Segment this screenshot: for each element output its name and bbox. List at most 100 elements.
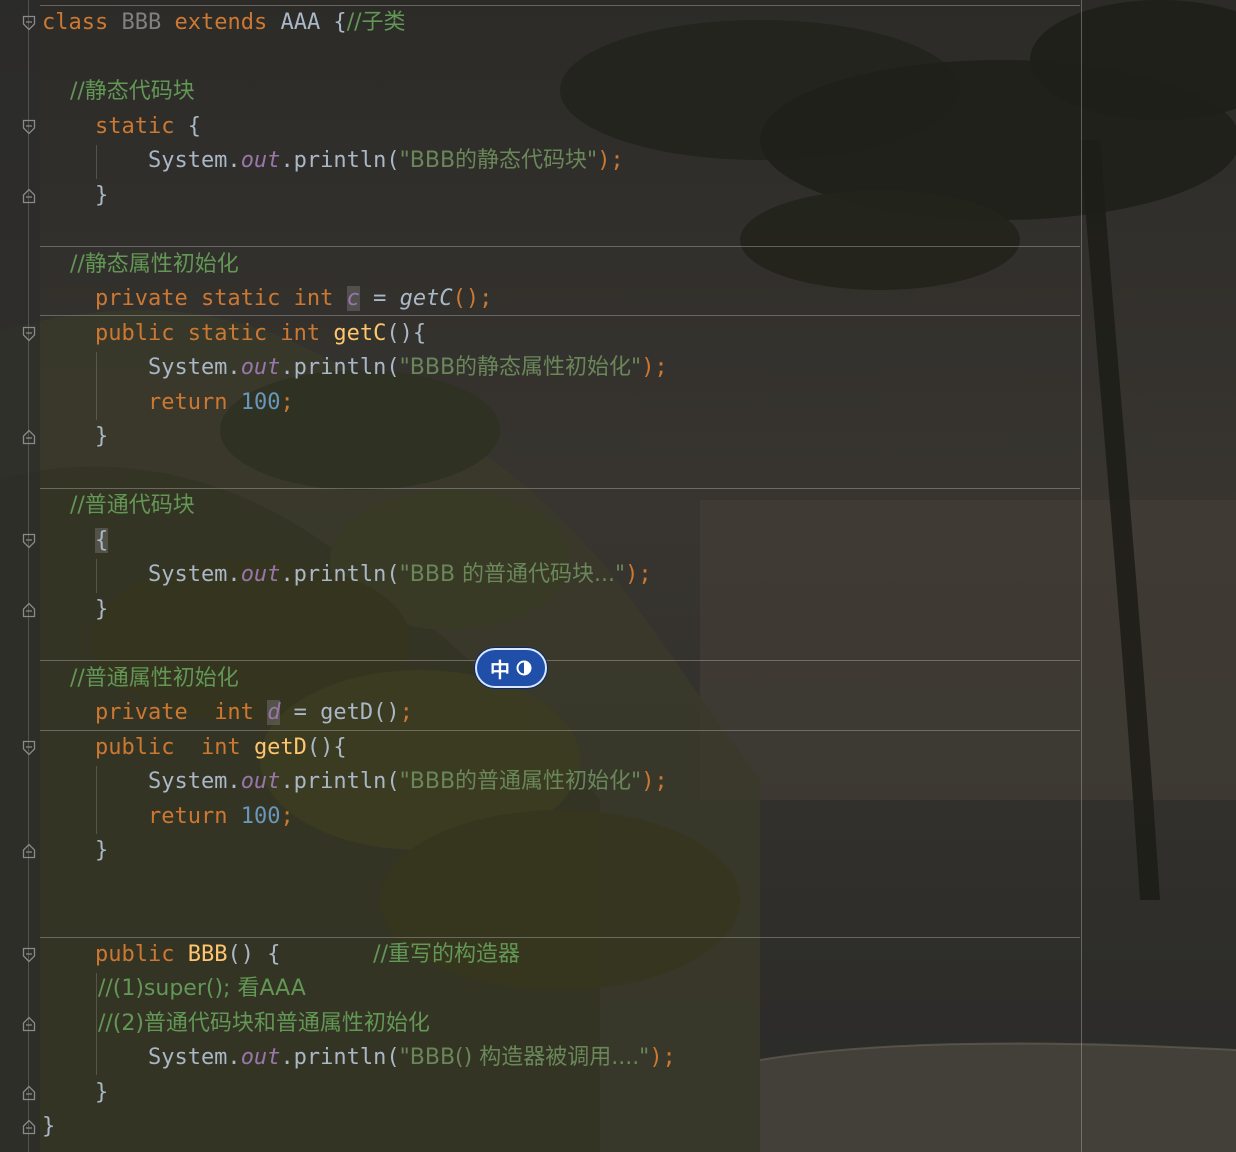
code-line[interactable]: } [42, 420, 108, 454]
code-token: System. [42, 1045, 241, 1070]
code-token: out [240, 1045, 281, 1070]
code-line[interactable]: class BBB extends AAA {//子类 [42, 6, 406, 40]
code-token: BBB [187, 941, 228, 967]
code-token: getC [399, 286, 453, 311]
code-line[interactable]: //普通属性初始化 [42, 662, 239, 696]
code-token: //普通属性初始化 [42, 665, 239, 691]
code-line[interactable]: public static int getC(){ [42, 317, 426, 351]
code-token: static [94, 113, 175, 139]
code-line[interactable]: //静态属性初始化 [42, 248, 239, 282]
code-line[interactable]: private static int c = getC(); [42, 282, 492, 316]
code-token: (); [452, 286, 493, 311]
code-token: ; [280, 389, 294, 415]
code-line[interactable]: private int d = getD(); [42, 696, 413, 730]
code-token: getC [333, 320, 387, 346]
code-token: class [42, 10, 109, 35]
code-line[interactable]: //普通代码块 [42, 489, 195, 523]
code-line[interactable]: { [42, 524, 109, 558]
code-token: //(1)super(); 看AAA [42, 976, 306, 1001]
code-token: //普通代码块 [42, 493, 195, 518]
code-token: out [240, 148, 281, 173]
code-token: //静态属性初始化 [42, 251, 239, 277]
code-line[interactable]: return 100; [42, 386, 294, 420]
code-token: ); [625, 562, 652, 587]
code-token: ); [641, 355, 668, 380]
code-token: out [240, 355, 281, 380]
code-line[interactable]: System.out.println("BBB 的普通代码块..."); [42, 558, 652, 592]
code-token: () { [227, 941, 374, 967]
code-token: System. [42, 769, 241, 794]
code-token: ); [597, 148, 624, 173]
code-line[interactable]: } [42, 1076, 108, 1110]
code-token: "BBB 的普通代码块..." [399, 562, 626, 587]
code-editor[interactable]: class BBB extends AAA {//子类 //静态代码块 stat… [0, 0, 1236, 1152]
ime-indicator[interactable]: 中 [475, 648, 547, 688]
code-line[interactable]: //(1)super(); 看AAA [42, 972, 306, 1006]
code-token: return [147, 389, 228, 415]
code-token: getD [253, 734, 307, 760]
code-line[interactable]: public int getD(){ [42, 731, 347, 765]
code-token: 100 [240, 389, 281, 415]
code-token: private int [94, 700, 254, 725]
code-line[interactable]: System.out.println("BBB的静态代码块"); [42, 144, 624, 178]
code-token: public static int [94, 320, 321, 346]
code-token: //(2)普通代码块和普通属性初始化 [42, 1010, 430, 1036]
code-line[interactable]: } [42, 593, 108, 627]
code-token: ; [399, 700, 413, 725]
code-line[interactable]: static { [42, 110, 201, 144]
code-token: } [42, 1079, 109, 1105]
code-token: out [240, 562, 281, 587]
code-token: 100 [240, 803, 281, 829]
code-token: .println( [280, 355, 400, 380]
code-token: public [94, 941, 175, 967]
code-token: extends [174, 10, 268, 35]
code-token: private static int [94, 286, 334, 311]
code-line[interactable]: System.out.println("BBB的普通属性初始化"); [42, 765, 668, 799]
code-token: = getD() [280, 700, 400, 725]
code-line[interactable]: System.out.println("BBB的静态属性初始化"); [42, 351, 668, 385]
code-token: .println( [280, 562, 400, 587]
code-line[interactable]: } [42, 1110, 55, 1144]
code-token: "BBB的静态代码块" [399, 148, 598, 173]
code-token: } [42, 838, 109, 863]
ime-language-label: 中 [490, 657, 510, 682]
code-token: ); [649, 1045, 676, 1070]
code-token: ); [641, 769, 668, 794]
code-token: } [42, 1114, 56, 1139]
code-token: (){ [386, 320, 427, 346]
code-token: BBB [121, 10, 162, 35]
code-token: (){ [306, 734, 347, 760]
code-line[interactable]: //(2)普通代码块和普通属性初始化 [42, 1007, 430, 1041]
code-line[interactable]: } [42, 179, 108, 213]
code-token: //重写的构造器 [373, 941, 520, 967]
code-token: "BBB的普通属性初始化" [399, 769, 642, 794]
code-token: } [42, 424, 109, 449]
code-token: //子类 [346, 10, 406, 35]
code-token: = [359, 286, 400, 311]
code-token: public int [94, 734, 241, 760]
code-token: .println( [280, 1045, 400, 1070]
code-token: .println( [280, 769, 400, 794]
code-line[interactable]: System.out.println("BBB() 构造器被调用...."); [42, 1041, 676, 1075]
half-width-icon [516, 660, 532, 676]
code-line[interactable]: public BBB() { //重写的构造器 [42, 938, 520, 972]
code-token: } [42, 596, 109, 622]
code-token: ; [280, 803, 294, 829]
code-line[interactable]: } [42, 834, 108, 868]
code-line[interactable]: //静态代码块 [42, 75, 195, 109]
code-line[interactable]: return 100; [42, 800, 294, 834]
code-token: } [42, 182, 109, 208]
